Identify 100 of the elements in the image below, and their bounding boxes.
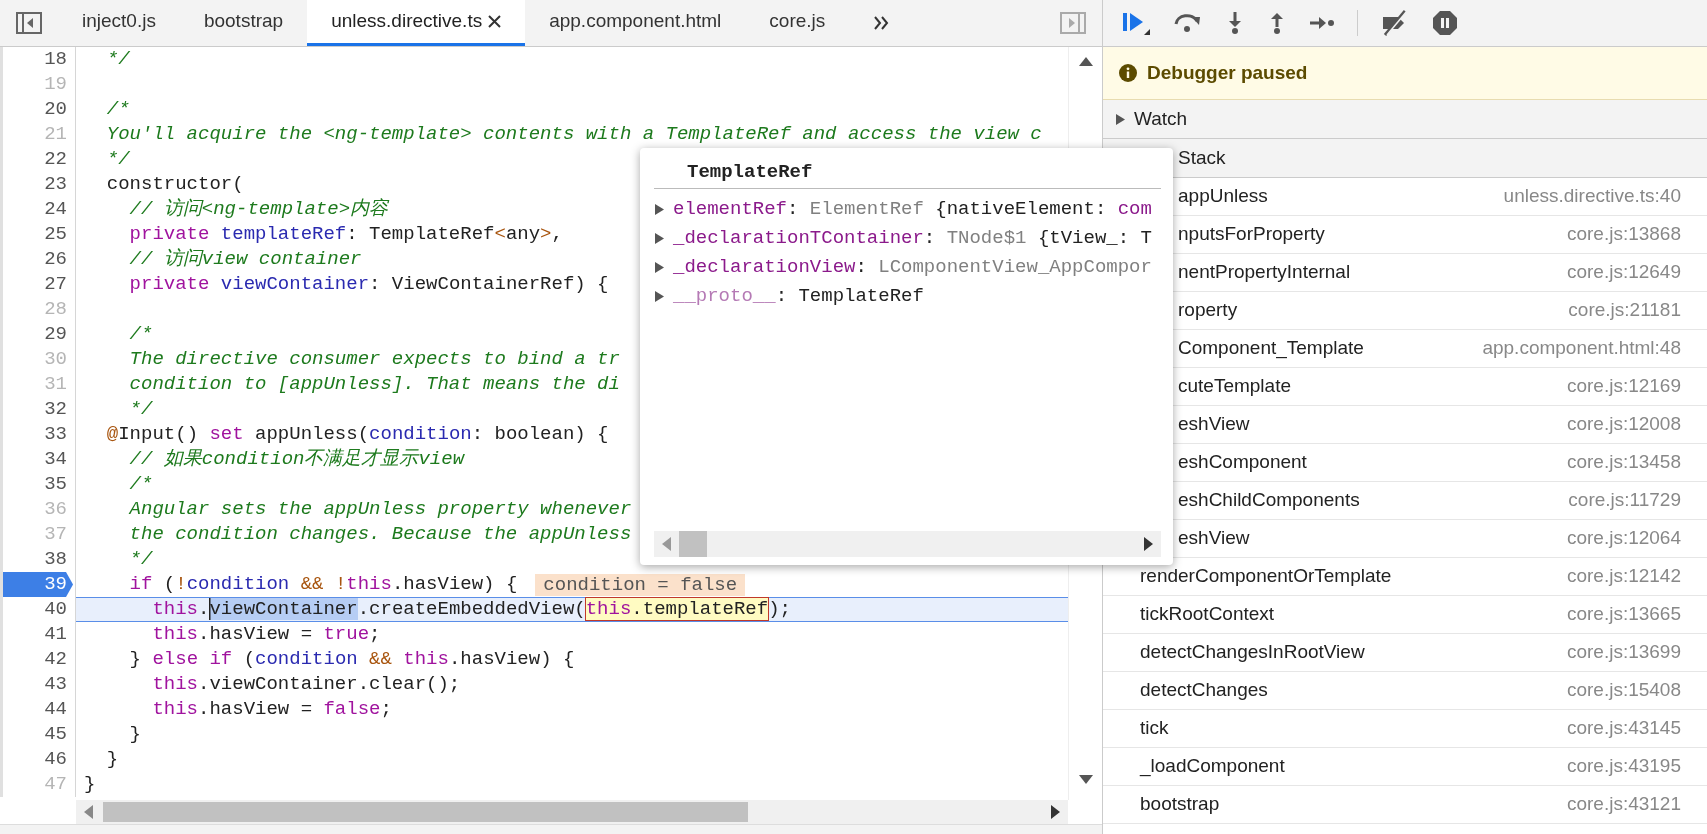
frame-location[interactable]: core.js:21181 xyxy=(1568,296,1681,325)
line-number[interactable]: 26 xyxy=(3,247,73,272)
code-line: // 访问view container xyxy=(128,247,362,272)
frame-name[interactable]: tickRootContext xyxy=(1140,600,1275,629)
frame-location[interactable]: core.js:43121 xyxy=(1566,790,1681,819)
frame-name[interactable]: bootstrap xyxy=(1140,790,1220,819)
scroll-up-icon[interactable] xyxy=(1078,57,1093,66)
frame-location[interactable]: core.js:43145 xyxy=(1566,714,1681,743)
frame-location[interactable]: core.js:43195 xyxy=(1566,752,1681,781)
line-number[interactable]: 45 xyxy=(3,722,73,747)
line-number[interactable]: 44 xyxy=(3,697,73,722)
frame-name[interactable]: roperty xyxy=(1178,296,1238,325)
frame-name[interactable]: nputsForProperty xyxy=(1178,220,1325,249)
line-number[interactable]: 29 xyxy=(3,322,73,347)
horizontal-scrollbar[interactable] xyxy=(654,531,1161,557)
line-number[interactable]: 20 xyxy=(3,97,73,122)
frame-name[interactable]: cuteTemplate xyxy=(1178,372,1291,401)
line-number[interactable]: 34 xyxy=(3,447,73,472)
frame-location[interactable]: core.js:13699 xyxy=(1566,638,1681,667)
line-number[interactable]: 24 xyxy=(3,197,73,222)
more-tabs-icon[interactable] xyxy=(873,15,890,31)
breakpoint-marker[interactable]: 39 xyxy=(3,572,73,597)
frame-name[interactable]: tick xyxy=(1140,714,1169,743)
file-tab[interactable]: inject0.js xyxy=(58,0,180,46)
frame-name[interactable]: eshChildComponents xyxy=(1178,486,1360,515)
frame-location[interactable]: core.js:13458 xyxy=(1566,448,1681,477)
frame-name[interactable]: nentPropertyInternal xyxy=(1178,258,1351,287)
expand-icon[interactable] xyxy=(1115,113,1126,125)
line-number[interactable]: 40 xyxy=(3,597,73,622)
file-tab[interactable]: bootstrap xyxy=(179,0,308,46)
frame-location[interactable]: core.js:12008 xyxy=(1566,410,1681,439)
frame-location[interactable]: core.js:13665 xyxy=(1566,600,1681,629)
line-number[interactable]: 43 xyxy=(3,672,73,697)
file-tab[interactable]: core.js xyxy=(745,0,850,46)
property-entry[interactable]: elementRef: ElementRef {nativeElement: com xyxy=(673,195,1152,224)
line-number[interactable]: 42 xyxy=(3,647,73,672)
horizontal-scrollbar[interactable] xyxy=(76,800,1068,824)
frame-name[interactable]: detectChanges xyxy=(1140,676,1268,705)
line-number[interactable]: 18 xyxy=(3,47,73,72)
frame-location[interactable]: unless.directive.ts:40 xyxy=(1503,182,1681,211)
line-number[interactable]: 33 xyxy=(3,422,73,447)
code-line: private templateRef: TemplateRef<any>, xyxy=(128,222,563,247)
line-number[interactable]: 23 xyxy=(3,172,73,197)
expand-icon[interactable] xyxy=(654,291,665,302)
frame-name[interactable]: eshView xyxy=(1178,410,1250,439)
frame-name[interactable]: Component_Template xyxy=(1178,334,1364,363)
frame-name[interactable]: _loadComponent xyxy=(1140,752,1285,781)
sidebar-toggle-icon[interactable] xyxy=(16,12,42,34)
frame-name[interactable]: eshComponent xyxy=(1178,448,1307,477)
code-line: condition to [appUnless]. That means the di xyxy=(128,372,620,397)
code-line: @Input() set appUnless(condition: boolean) { xyxy=(105,422,609,447)
scroll-down-icon[interactable] xyxy=(1078,775,1093,784)
expand-icon[interactable] xyxy=(654,262,665,273)
code-line: the condition changes. Because the appUnless xyxy=(128,522,632,547)
frame-name[interactable]: eshView xyxy=(1178,524,1250,553)
frame-location[interactable]: core.js:12064 xyxy=(1566,524,1681,553)
frame-location[interactable]: core.js:12142 xyxy=(1566,562,1681,591)
scroll-thumb[interactable] xyxy=(679,531,707,557)
frame-name[interactable]: renderComponentOrTemplate xyxy=(1140,562,1392,591)
line-number[interactable]: 25 xyxy=(3,222,73,247)
expand-icon[interactable] xyxy=(654,233,665,244)
watch-header[interactable]: Watch xyxy=(1103,100,1707,139)
file-tab[interactable]: app.component.html xyxy=(525,0,746,46)
property-entry[interactable]: _declarationView: LComponentView_AppCompor xyxy=(673,253,1152,282)
frame-location[interactable]: core.js:12169 xyxy=(1566,372,1681,401)
call-stack-header[interactable]: Stack xyxy=(1103,139,1707,178)
property-entry[interactable]: _declarationTContainer: TNode$1 {tView_: T xyxy=(673,224,1152,253)
code-line: You'll acquire the <ng-template> contents with a TemplateRef and access the view c xyxy=(105,122,1042,147)
resume-icon[interactable] xyxy=(1121,10,1151,36)
pause-on-exceptions-icon[interactable] xyxy=(1432,10,1458,36)
code-line: this.hasView = true; xyxy=(151,622,381,647)
step-over-icon[interactable] xyxy=(1173,12,1203,34)
frame-location[interactable]: core.js:13868 xyxy=(1566,220,1681,249)
sidebar-toggle-icon[interactable] xyxy=(1060,12,1086,34)
frame-name[interactable]: detectChangesInRootView xyxy=(1140,638,1365,667)
expand-icon[interactable] xyxy=(654,204,665,215)
line-number[interactable]: 35 xyxy=(3,472,73,497)
line-number[interactable]: 27 xyxy=(3,272,73,297)
frame-location[interactable]: app.component.html:48 xyxy=(1482,334,1681,363)
scroll-right-icon[interactable] xyxy=(1051,805,1060,819)
file-tab[interactable]: unless.directive.ts xyxy=(307,0,526,46)
line-number[interactable]: 38 xyxy=(3,547,73,572)
frame-location[interactable]: core.js:15408 xyxy=(1566,676,1681,705)
line-number[interactable]: 46 xyxy=(3,747,73,772)
line-number[interactable]: 22 xyxy=(3,147,73,172)
code-line: /* xyxy=(128,322,153,347)
code-line: } else if (condition && this.hasView) { xyxy=(128,647,575,672)
scroll-right-icon[interactable] xyxy=(1144,537,1153,551)
scroll-thumb[interactable] xyxy=(103,802,748,822)
code-line: */ xyxy=(128,547,153,572)
frame-name[interactable]: appUnless xyxy=(1178,182,1268,211)
popover-title: TemplateRef xyxy=(686,160,813,185)
scroll-left-icon[interactable] xyxy=(84,805,93,819)
close-icon[interactable] xyxy=(488,15,502,28)
step-icon[interactable] xyxy=(1309,14,1335,32)
line-number[interactable]: 41 xyxy=(3,622,73,647)
line-number[interactable]: 32 xyxy=(3,397,73,422)
frame-location[interactable]: core.js:12649 xyxy=(1566,258,1681,287)
property-entry[interactable]: __proto__: TemplateRef xyxy=(673,282,924,311)
frame-location[interactable]: core.js:11729 xyxy=(1568,486,1681,515)
